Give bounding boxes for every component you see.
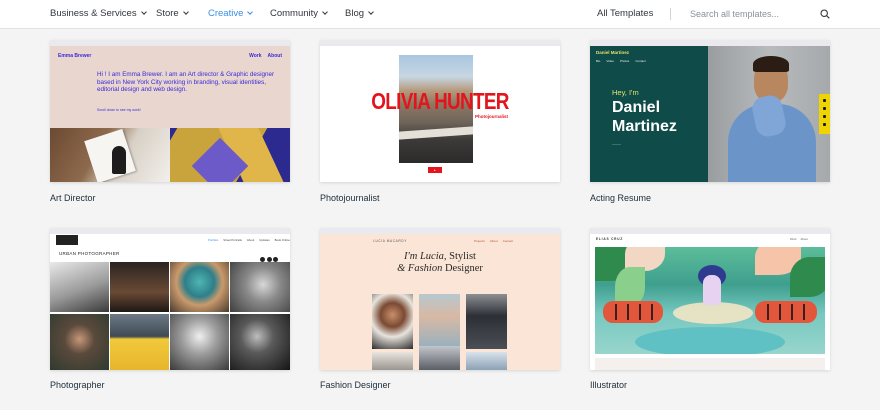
preview-name: Daniel Martinez (612, 98, 677, 136)
nav-item-label: Creative (208, 8, 244, 19)
template-title[interactable]: Illustrator (590, 380, 627, 390)
preview-social-bar (819, 94, 830, 134)
preview-last-name: Martinez (612, 118, 677, 135)
preview-illustration (595, 247, 825, 354)
preview-menu-item: Contact (635, 59, 646, 63)
preview-portrait (708, 46, 830, 182)
preview-photo (372, 294, 413, 349)
template-title[interactable]: Art Director (50, 193, 96, 203)
nav-item-business-services[interactable]: Business & Services (50, 8, 147, 19)
preview-photo (419, 346, 460, 370)
preview-photo (170, 314, 229, 370)
preview-headline-italic: I'm Lucia, (404, 251, 447, 262)
preview-menu-item: About (800, 237, 808, 241)
preview-heading: URBAN PHOTOGRAPHER (59, 251, 120, 256)
preview-menu-item: Work (790, 237, 797, 241)
preview-menu-item: About (267, 53, 282, 59)
preview-logo (56, 235, 78, 245)
template-title[interactable]: Fashion Designer (320, 380, 391, 390)
template-title[interactable]: Acting Resume (590, 193, 651, 203)
preview-menu-item: Bio (596, 59, 601, 63)
preview-photo (170, 262, 229, 312)
preview-scroll-text: Scroll down to see my work! (97, 108, 141, 112)
chevron-down-icon (247, 9, 254, 15)
preview-menu-item: Photos (619, 59, 630, 63)
chevron-down-icon (368, 9, 374, 15)
template-title[interactable]: Photographer (50, 380, 105, 390)
preview-photo-designer (50, 128, 170, 182)
preview-greeting: Hey, I'm (612, 88, 639, 97)
nav-item-store[interactable]: Store (156, 8, 189, 19)
template-thumbnail-photographer[interactable]: Portfolio Street Portraits About Updates Boo… (50, 228, 290, 370)
preview-menu-item: About (246, 238, 255, 242)
chevron-down-icon (140, 9, 147, 15)
preview-intro-text: Hi ! I am Emma Brewer. I am an Art direc… (97, 71, 275, 93)
nav-item-creative[interactable]: Creative (208, 8, 254, 19)
preview-photo (419, 294, 460, 349)
template-thumbnail-fashion-designer[interactable]: LUCIA MACARDY Projects About Contact I'm L… (320, 228, 560, 370)
nav-item-label: Store (156, 8, 179, 19)
preview-photo (110, 314, 169, 370)
preview-menu-item: Video (606, 59, 614, 63)
search-icon[interactable] (820, 9, 830, 19)
preview-menu-item: Street Portraits (223, 238, 242, 242)
preview-menu-item: Portfolio (208, 238, 219, 242)
all-templates-link[interactable]: All Templates (597, 8, 653, 19)
template-thumbnail-photojournalist[interactable]: OLIVIA HUNTER Photojournalist ▸ (320, 40, 560, 182)
preview-headline-text: Stylist (449, 251, 476, 262)
nav-item-label: Business & Services (50, 8, 137, 19)
template-thumbnail-acting-resume[interactable]: Daniel Martinez Bio Video Photos Contact He… (590, 40, 830, 182)
preview-menu-item: Work (249, 53, 262, 59)
preview-menu: Bio Video Photos Contact (596, 59, 652, 63)
preview-logo: LUCIA MACARDY (373, 239, 407, 243)
preview-subtitle: Photojournalist (475, 114, 508, 119)
template-title[interactable]: Photojournalist (320, 193, 380, 203)
preview-footer-strip (595, 358, 825, 370)
preview-photo (230, 314, 290, 370)
preview-menu-item: Updates (259, 238, 270, 242)
preview-headline-text: Designer (444, 263, 483, 274)
preview-headline: OLIVIA HUNTER (371, 88, 509, 114)
preview-photo (50, 262, 109, 312)
preview-photo (466, 294, 507, 349)
chevron-down-icon (322, 9, 328, 15)
search-input[interactable] (690, 6, 815, 22)
template-thumbnail-illustrator[interactable]: ELIAS CRUZ Work About (590, 228, 830, 370)
nav-divider (670, 8, 671, 20)
preview-site-name: Daniel Martinez (596, 50, 630, 55)
preview-photo (230, 262, 290, 312)
preview-menu-item: Projects (474, 239, 485, 243)
preview-photo (50, 314, 109, 370)
template-thumbnail-art-director[interactable]: Emma Brewer Work About Hi ! I am Emma Bre… (50, 40, 290, 182)
preview-headline: I'm Lucia, Stylist & Fashion Designer (320, 251, 560, 275)
nav-item-label: Blog (345, 8, 365, 19)
preview-menu: Work About (790, 237, 812, 241)
preview-menu-item: Contact (502, 239, 514, 243)
preview-role-line: ——— (612, 142, 621, 146)
top-navigation-bar: Business & Services Store Creative Commu… (0, 0, 880, 29)
preview-menu: Work About (243, 53, 282, 59)
preview-photo (110, 262, 169, 312)
preview-photo (372, 352, 413, 370)
preview-button: ▸ (428, 167, 442, 173)
preview-menu-item: About (489, 239, 498, 243)
preview-logo: ELIAS CRUZ (596, 237, 624, 241)
preview-headline-italic: & Fashion (397, 263, 443, 274)
preview-menu-item: Book Online (274, 238, 290, 242)
chevron-down-icon (182, 9, 189, 15)
nav-item-blog[interactable]: Blog (345, 8, 374, 19)
preview-left-panel: Daniel Martinez Bio Video Photos Contact He… (590, 46, 708, 182)
preview-photo (466, 352, 507, 370)
preview-menu: Portfolio Street Portraits About Updates Boo… (208, 238, 290, 242)
preview-menu: Projects About Contact (474, 239, 518, 243)
preview-photo-graphic (170, 128, 290, 182)
nav-item-community[interactable]: Community (270, 8, 328, 19)
nav-item-label: Community (270, 8, 319, 19)
preview-first-name: Daniel (612, 99, 661, 116)
preview-site-name: Emma Brewer (58, 53, 92, 59)
